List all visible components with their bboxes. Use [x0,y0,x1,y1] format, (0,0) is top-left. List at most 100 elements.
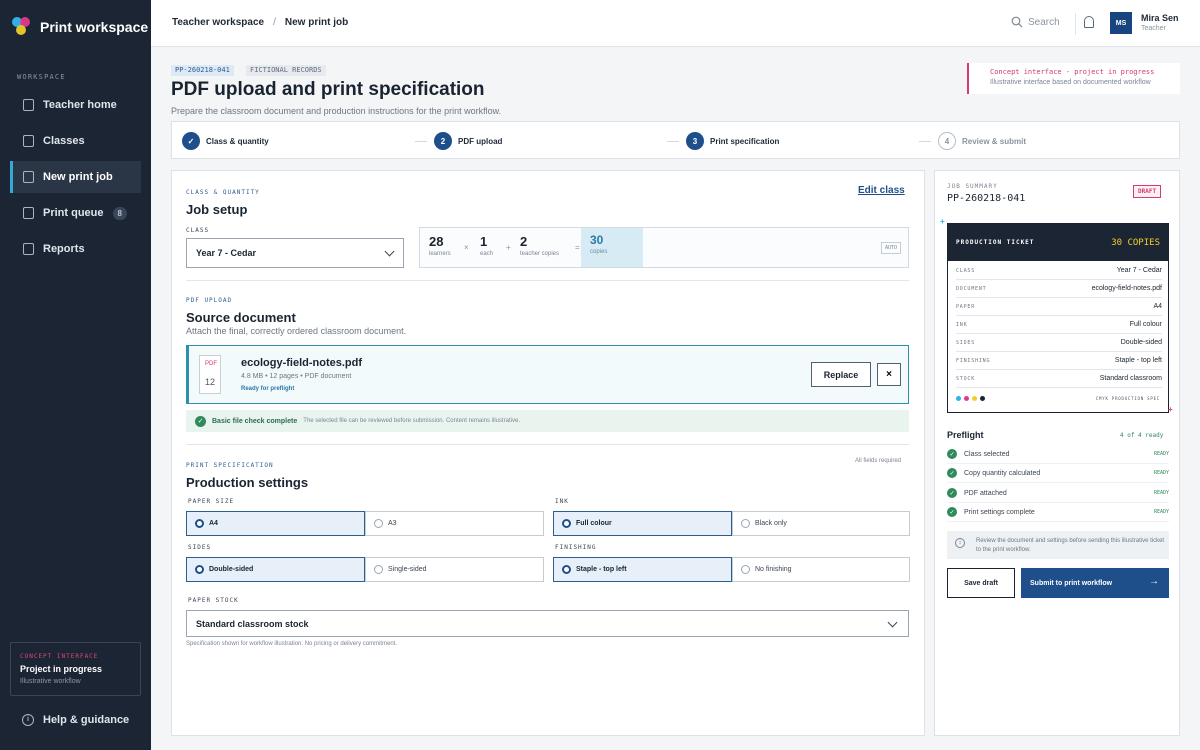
step-review-submit[interactable]: 4 Review & submit [938,132,1026,150]
radio-icon [741,519,750,528]
job-summary-label: JOB SUMMARY [947,183,998,190]
preflight-item: ✓ Print settings complete READY [947,503,1169,522]
page-title: PDF upload and print specification [171,79,485,100]
ink-option-black-only[interactable]: Black only [732,511,910,536]
cmyk-swatch [980,396,985,401]
concept-title: Project in progress [20,664,103,674]
concept-notice: CONCEPT INTERFACE Project in progress Il… [10,642,141,696]
divider [186,280,909,281]
spec-title: Production settings [186,475,309,490]
check-circle-icon: ✓ [947,468,957,478]
step-number: 2 [434,132,452,150]
bell-icon[interactable] [1084,16,1094,28]
class-select[interactable]: Year 7 - Cedar [186,238,404,268]
sidebar-item-label: Print queue [43,207,104,219]
file-name: ecology-field-notes.pdf [241,357,362,369]
radio-selected-icon [195,565,204,574]
sidebar-item-label: Classes [43,135,85,147]
paper-stock-select[interactable]: Standard classroom stock [186,610,909,637]
paper-size-option-a3[interactable]: A3 [365,511,544,536]
concept-sub: Illustrative workflow [20,678,81,685]
auto-badge: AUTO [880,242,901,254]
sides-option-single[interactable]: Single-sided [365,557,544,582]
search-input[interactable]: Search [1011,16,1060,28]
required-note: All fields required [855,458,902,464]
ticket-row: CLASS Year 7 - Cedar [956,262,1162,280]
preflight-count: 4 of 4 ready [1120,432,1164,439]
paper-size-option-a4[interactable]: A4 [186,511,365,536]
sidebar-item-classes[interactable]: Classes [10,125,141,157]
help-link[interactable]: i Help & guidance [22,714,129,726]
upload-eyebrow: PDF UPLOAD [186,297,233,304]
sidebar-item-new-print-job[interactable]: New print job [10,161,141,193]
job-id-tag: PP-260218-041 [171,65,234,76]
remove-file-button[interactable]: × [877,363,901,386]
uploaded-file-card: PDF 12 ecology-field-notes.pdf 4.8 MB • … [186,345,909,404]
step-label: Class & quantity [206,136,269,146]
check-circle-icon: ✓ [195,415,206,427]
check-circle-icon: ✓ [947,449,957,459]
radio-selected-icon [562,565,571,574]
edit-class-link[interactable]: Edit class [858,185,905,196]
user-role: Teacher [1141,25,1166,32]
queue-count-badge: 8 [112,206,127,220]
sidebar-item-label: Teacher home [43,99,117,111]
finishing-option-staple[interactable]: Staple - top left [553,557,732,582]
cmyk-label: CMYK PRODUCTION SPEC [1095,396,1160,401]
breadcrumb: Teacher workspace / New print job [172,17,348,28]
ink-option-full-colour[interactable]: Full colour [553,511,732,536]
job-summary-panel: JOB SUMMARY PP-260218-041 DRAFT + PRODUC… [934,170,1180,736]
ticket-title: PRODUCTION TICKET [956,239,1035,246]
teacher-copies-count: 2 teacher copies [520,234,560,257]
replace-button[interactable]: Replace [811,362,871,387]
sides-option-double[interactable]: Double-sided [186,557,365,582]
avatar[interactable]: MS [1110,12,1132,34]
step-pdf-upload[interactable]: 2 PDF upload [434,132,502,150]
info-icon: i [22,714,34,726]
step-connector [415,141,427,142]
class-label: CLASS [186,227,210,234]
radio-selected-icon [195,519,204,528]
submit-button[interactable]: Submit to print workflow → [1021,568,1169,598]
brand[interactable]: Print workspace [12,17,148,37]
step-number: 3 [686,132,704,150]
ticket-header: PRODUCTION TICKET 30 COPIES [948,224,1168,261]
radio-selected-icon [562,519,571,528]
queue-icon [23,207,34,219]
sidebar-item-print-queue[interactable]: Print queue 8 [10,197,141,229]
preflight-item: ✓ Copy quantity calculated READY [947,464,1169,483]
concept-banner-title: Concept interface - project in progress [990,68,1155,76]
sidebar-section-label: WORKSPACE [17,73,66,81]
preflight-item: ✓ Class selected READY [947,445,1169,464]
equals-operator: = [575,243,580,252]
sidebar-item-label: New print job [43,171,113,183]
step-print-specification[interactable]: 3 Print specification [686,132,779,150]
registration-mark-icon: + [1168,405,1173,414]
document-plus-icon [23,171,34,183]
job-summary-id: PP-260218-041 [947,193,1026,204]
classes-icon [23,135,34,147]
times-operator: × [464,243,469,252]
sidebar-item-teacher-home[interactable]: Teacher home [10,89,141,121]
file-check-status: ✓ Basic file check complete The selected… [186,410,909,432]
class-select-value: Year 7 - Cedar [196,248,257,258]
finishing-option-none[interactable]: No finishing [732,557,910,582]
step-connector [667,141,679,142]
chevron-down-icon [887,617,898,628]
ticket-row: INK Full colour [956,316,1162,334]
breadcrumb-item-workspace[interactable]: Teacher workspace [172,17,264,28]
search-placeholder: Search [1028,16,1060,28]
total-copies: 30 copies [581,228,643,267]
divider [1075,13,1076,35]
save-draft-button[interactable]: Save draft [947,568,1015,598]
brand-name: Print workspace [40,19,149,35]
cmyk-swatches [956,396,985,401]
radio-icon [741,565,750,574]
step-class-quantity[interactable]: ✓ Class & quantity [182,132,269,150]
ticket-row: PAPER A4 [956,298,1162,316]
ticket-row: FINISHING Staple - top left [956,352,1162,370]
fictional-tag: FICTIONAL RECORDS [246,65,326,76]
job-setup-title: Job setup [186,202,248,217]
sidebar-item-reports[interactable]: Reports [10,233,141,265]
step-connector [919,141,931,142]
